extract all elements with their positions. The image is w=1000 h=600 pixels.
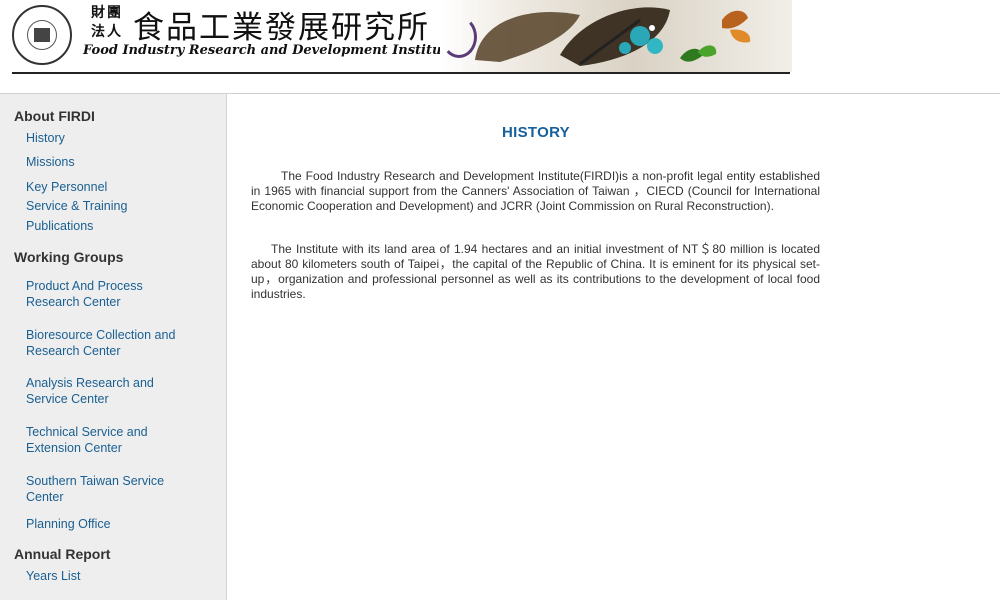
sidebar-link-years-list[interactable]: Years List <box>26 568 196 584</box>
sidebar-link-analysis-center[interactable]: Analysis Research and Service Center <box>26 375 196 407</box>
header-chinese-title: 食品工業發展研究所 <box>133 10 430 46</box>
institute-seal-logo <box>12 5 72 65</box>
seal-emblem <box>34 28 50 42</box>
sidebar-section-about-firdi: About FIRDI <box>14 108 95 124</box>
sidebar-link-service-training[interactable]: Service & Training <box>26 198 196 214</box>
sidebar-link-planning-office[interactable]: Planning Office <box>26 516 196 532</box>
sidebar-link-key-personnel[interactable]: Key Personnel <box>26 179 196 195</box>
sidebar-link-bioresource-center[interactable]: Bioresource Collection and Research Cent… <box>26 327 196 359</box>
site-header: 財團法人 食品工業發展研究所 Food Industry Research an… <box>0 0 1000 93</box>
history-paragraph-2: The Institute with its land area of 1.94… <box>251 242 820 301</box>
sidebar-link-product-process-center[interactable]: Product And Process Research Center <box>26 278 196 310</box>
header-english-title: Food Industry Research and Development I… <box>83 43 456 58</box>
page-title: HISTORY <box>502 124 570 141</box>
sidebar-section-annual-report: Annual Report <box>14 546 111 562</box>
sidebar-link-publications[interactable]: Publications <box>26 218 196 234</box>
sidebar-nav: About FIRDI History Missions Key Personn… <box>0 94 227 600</box>
sidebar-link-missions[interactable]: Missions <box>26 154 196 170</box>
header-small-chinese-label: 財團法人 <box>91 5 123 40</box>
butterfly-illustration <box>475 7 751 66</box>
header-rule-divider <box>12 72 790 74</box>
butterfly-banner-image <box>440 0 792 72</box>
sidebar-link-history[interactable]: History <box>26 130 196 146</box>
history-paragraph-1: The Food Industry Research and Developme… <box>251 169 820 213</box>
sidebar-section-working-groups: Working Groups <box>14 249 124 265</box>
swirl-decoration-icon <box>441 16 477 58</box>
sidebar-link-southern-taiwan-center[interactable]: Southern Taiwan Service Center <box>26 473 196 505</box>
sidebar-link-technical-service-center[interactable]: Technical Service and Extension Center <box>26 424 196 456</box>
